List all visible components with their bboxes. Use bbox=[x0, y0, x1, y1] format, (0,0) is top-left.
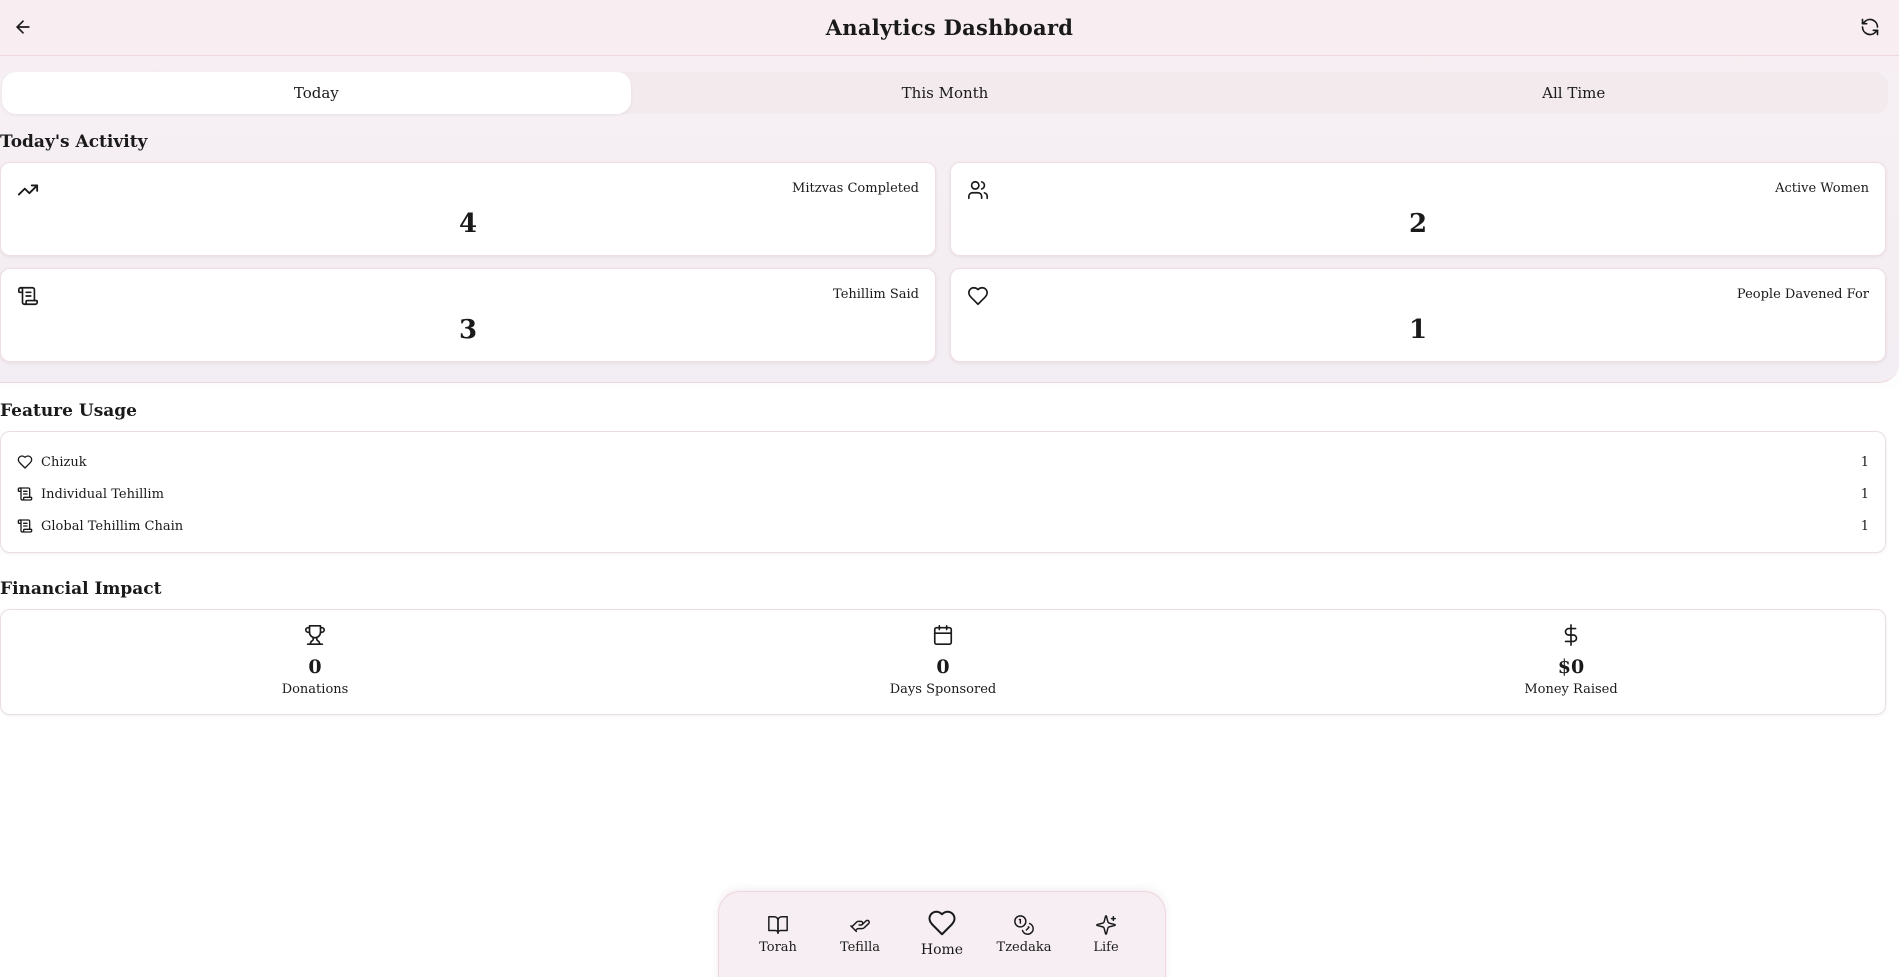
list-item: Individual Tehillim 1 bbox=[17, 478, 1869, 510]
activity-section-title: Today's Activity bbox=[0, 132, 148, 152]
stat-card-tehillim: Tehillim Said 3 bbox=[0, 268, 936, 362]
app-header: Analytics Dashboard bbox=[0, 0, 1899, 56]
page-title: Analytics Dashboard bbox=[825, 15, 1074, 40]
feature-name: Individual Tehillim bbox=[41, 486, 164, 502]
stat-card-davened: People Davened For 1 bbox=[950, 268, 1886, 362]
coins-icon bbox=[1013, 914, 1035, 936]
tab-this-month[interactable]: This Month bbox=[631, 72, 1260, 114]
trending-up-icon bbox=[17, 179, 39, 201]
nav-item-tefilla[interactable]: Tefilla bbox=[825, 914, 895, 955]
heart-icon bbox=[17, 454, 33, 470]
feature-count: 1 bbox=[1860, 454, 1869, 470]
activity-area: Today This Month All Time Today's Activi… bbox=[0, 72, 1899, 383]
stat-card-active-women: Active Women 2 bbox=[950, 162, 1886, 256]
stat-label: People Davened For bbox=[1736, 287, 1869, 302]
stat-label: Tehillim Said bbox=[833, 287, 919, 302]
fin-value: $0 bbox=[1557, 656, 1585, 678]
stat-card-mitzvas: Mitzvas Completed 4 bbox=[0, 162, 936, 256]
stat-value: 4 bbox=[458, 209, 478, 239]
feature-name: Chizuk bbox=[41, 454, 87, 470]
nav-item-torah[interactable]: Torah bbox=[743, 914, 813, 955]
nav-item-tzedaka[interactable]: Tzedaka bbox=[989, 914, 1059, 955]
heart-icon bbox=[967, 285, 989, 307]
stat-value: 3 bbox=[458, 315, 478, 345]
feature-usage-card: Chizuk 1 Individual Tehillim 1 Global Te… bbox=[0, 431, 1886, 553]
refresh-button[interactable] bbox=[1855, 12, 1885, 42]
nav-item-life[interactable]: Life bbox=[1071, 914, 1141, 955]
feature-count: 1 bbox=[1860, 486, 1869, 502]
nav-label: Home bbox=[920, 942, 964, 958]
bottom-nav: Torah Tefilla Home Tzedaka Life bbox=[718, 891, 1166, 977]
financial-section-title: Financial Impact bbox=[0, 579, 162, 599]
calendar-icon bbox=[932, 624, 954, 646]
tab-all-time[interactable]: All Time bbox=[1259, 72, 1888, 114]
feature-name: Global Tehillim Chain bbox=[41, 518, 184, 534]
nav-label: Tzedaka bbox=[996, 940, 1052, 955]
refresh-icon bbox=[1860, 17, 1880, 37]
tab-today[interactable]: Today bbox=[2, 72, 631, 114]
fin-label: Days Sponsored bbox=[889, 682, 997, 697]
stat-value: 1 bbox=[1408, 315, 1428, 345]
list-item: Global Tehillim Chain 1 bbox=[17, 510, 1869, 542]
period-tabs: Today This Month All Time bbox=[2, 72, 1888, 114]
fin-label: Money Raised bbox=[1524, 682, 1618, 697]
stat-value: 2 bbox=[1408, 209, 1428, 239]
financial-impact-card: 0 Donations 0 Days Sponsored $0 Money Ra… bbox=[0, 609, 1886, 715]
arrow-left-icon bbox=[13, 17, 33, 37]
dollar-icon bbox=[1560, 624, 1582, 646]
praying-hands-icon bbox=[849, 914, 871, 936]
scroll-icon bbox=[17, 285, 39, 307]
heart-icon bbox=[927, 908, 957, 938]
nav-item-home[interactable]: Home bbox=[907, 908, 977, 958]
feature-section-title: Feature Usage bbox=[0, 401, 137, 421]
nav-label: Tefilla bbox=[839, 940, 881, 955]
nav-label: Life bbox=[1093, 940, 1119, 955]
back-button[interactable] bbox=[8, 12, 38, 42]
fin-value: 0 bbox=[308, 656, 322, 678]
stat-label: Mitzvas Completed bbox=[792, 181, 919, 196]
fin-value: 0 bbox=[936, 656, 950, 678]
scroll-icon bbox=[17, 486, 33, 502]
activity-stats: Mitzvas Completed 4 Active Women 2 Tehil… bbox=[0, 162, 1899, 362]
fin-item-donations: 0 Donations bbox=[1, 610, 629, 714]
scroll-icon bbox=[17, 518, 33, 534]
fin-label: Donations bbox=[281, 682, 349, 697]
feature-count: 1 bbox=[1860, 518, 1869, 534]
stat-label: Active Women bbox=[1775, 181, 1869, 196]
list-item: Chizuk 1 bbox=[17, 446, 1869, 478]
sparkles-icon bbox=[1095, 914, 1117, 936]
fin-item-money-raised: $0 Money Raised bbox=[1257, 610, 1885, 714]
fin-item-days-sponsored: 0 Days Sponsored bbox=[629, 610, 1257, 714]
nav-label: Torah bbox=[759, 940, 797, 955]
users-icon bbox=[967, 179, 989, 201]
trophy-icon bbox=[304, 624, 326, 646]
book-open-icon bbox=[767, 914, 789, 936]
